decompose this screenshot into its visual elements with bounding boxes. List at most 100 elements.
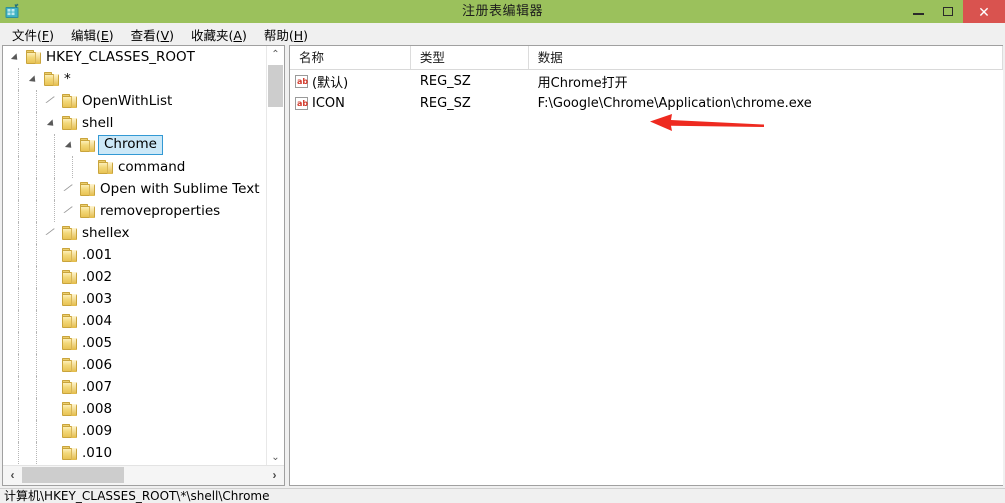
collapse-triangle-icon[interactable] — [45, 112, 61, 134]
tree-node-label: Open with Sublime Text — [100, 181, 260, 197]
tree-node-label: removeproperties — [100, 203, 221, 219]
scroll-down-arrow-icon[interactable]: ⌄ — [267, 449, 284, 466]
tree-guide-line — [36, 420, 38, 442]
tree-guide-line — [18, 310, 20, 332]
menu-item-favorites-text: 收藏夹( — [191, 27, 234, 43]
tree-guide-line — [36, 354, 38, 376]
scroll-right-arrow-icon[interactable]: › — [265, 466, 284, 484]
tree-horizontal-scrollbar[interactable]: ‹ › — [3, 465, 284, 485]
menu-item-help-text: 帮助( — [263, 27, 294, 43]
string-value-icon: ab — [295, 96, 308, 110]
folder-icon — [61, 225, 78, 241]
close-icon: ✕ — [978, 3, 990, 20]
tree-node-label: .002 — [82, 269, 113, 285]
folder-icon — [25, 49, 42, 65]
tree-node-shell[interactable]: shell — [3, 112, 267, 134]
tree-node-label: Chrome — [98, 135, 163, 155]
window-controls: ✕ — [903, 0, 1005, 23]
column-header-data[interactable]: 数据 — [529, 46, 1003, 69]
tree-node-label: .001 — [82, 247, 113, 263]
tree-guide-line — [18, 134, 20, 156]
tree-node-chrome[interactable]: Chrome — [3, 134, 267, 156]
tree-node-removeproperties[interactable]: removeproperties — [3, 200, 267, 222]
tree-guide-line — [18, 90, 20, 112]
column-header-type[interactable]: 类型 — [411, 46, 529, 69]
tree-node-.003[interactable]: .003 — [3, 288, 267, 310]
tree-node-label: .005 — [82, 335, 113, 351]
folder-icon — [79, 203, 96, 219]
tree-vscroll-thumb[interactable] — [268, 65, 283, 107]
expand-triangle-icon[interactable] — [45, 90, 61, 112]
menu-item-view[interactable]: 查看(V) — [123, 23, 183, 46]
menu-item-help-accel: H — [293, 27, 304, 43]
tree-node-.004[interactable]: .004 — [3, 310, 267, 332]
collapse-triangle-icon[interactable] — [9, 46, 25, 68]
tree-node-.008[interactable]: .008 — [3, 398, 267, 420]
registry-value-pane: 名称 类型 数据 ab (默认) REG_SZ 用Chrome打开 ab ICON REG_… — [289, 45, 1003, 486]
tree-node-.010[interactable]: .010 — [3, 442, 267, 464]
value-type-cell: REG_SZ — [419, 95, 471, 111]
collapse-triangle-icon[interactable] — [63, 134, 79, 156]
menu-item-favorites-tail: ) — [241, 27, 247, 43]
tree-node-.005[interactable]: .005 — [3, 332, 267, 354]
tree-guide-line — [36, 442, 38, 464]
tree-node-openwithlist[interactable]: OpenWithList — [3, 90, 267, 112]
scroll-left-arrow-icon[interactable]: ‹ — [3, 466, 22, 484]
tree-node-command[interactable]: command — [3, 156, 267, 178]
expand-triangle-icon[interactable] — [63, 200, 79, 222]
maximize-icon — [943, 7, 953, 16]
menu-item-edit[interactable]: 编辑(E) — [63, 23, 123, 46]
maximize-button[interactable] — [933, 0, 963, 23]
tree-node-.007[interactable]: .007 — [3, 376, 267, 398]
tree-node-.009[interactable]: .009 — [3, 420, 267, 442]
menu-item-file[interactable]: 文件(F) — [4, 23, 63, 46]
tree-guide-line — [18, 68, 20, 90]
menu-bar: 文件(F) 编辑(E) 查看(V) 收藏夹(A) 帮助(H) — [0, 23, 1005, 45]
registry-tree[interactable]: HKEY_CLASSES_ROOT * OpenWithList shell Chrom… — [3, 46, 267, 466]
tree-node-hkey_classes_root[interactable]: HKEY_CLASSES_ROOT — [3, 46, 267, 68]
tree-guide-line — [18, 376, 20, 398]
tree-node-.006[interactable]: .006 — [3, 354, 267, 376]
tree-guide-line — [18, 332, 20, 354]
menu-item-file-tail: ) — [49, 27, 54, 43]
folder-icon — [61, 335, 78, 351]
expand-triangle-icon[interactable] — [45, 222, 61, 244]
tree-guide-line — [18, 178, 20, 200]
tree-node-.002[interactable]: .002 — [3, 266, 267, 288]
tree-node-open-with-sublime-text[interactable]: Open with Sublime Text — [3, 178, 267, 200]
value-row[interactable]: ab ICON REG_SZ F:\Google\Chrome\Application… — [290, 92, 1003, 114]
value-row[interactable]: ab (默认) REG_SZ 用Chrome打开 — [290, 70, 1003, 92]
tree-node-label: * — [64, 71, 71, 87]
minimize-button[interactable] — [903, 0, 933, 23]
menu-item-favorites[interactable]: 收藏夹(A) — [183, 23, 256, 46]
tree-guide-line — [36, 200, 38, 222]
tree-guide-line — [18, 222, 20, 244]
collapse-triangle-icon[interactable] — [27, 68, 43, 90]
tree-guide-line — [36, 288, 38, 310]
tree-node-label: OpenWithList — [82, 93, 173, 109]
tree-node--[interactable]: * — [3, 68, 267, 90]
menu-item-help[interactable]: 帮助(H) — [256, 23, 317, 46]
title-bar: 注册表编辑器 ✕ — [0, 0, 1005, 23]
value-list-header: 名称 类型 数据 — [290, 46, 1003, 70]
tree-node-.001[interactable]: .001 — [3, 244, 267, 266]
tree-node-label: HKEY_CLASSES_ROOT — [46, 49, 195, 65]
folder-icon — [61, 247, 78, 263]
column-header-name[interactable]: 名称 — [290, 46, 411, 69]
tree-node-shellex[interactable]: shellex — [3, 222, 267, 244]
scroll-up-arrow-icon[interactable]: ⌃ — [267, 46, 284, 63]
expand-triangle-icon[interactable] — [63, 178, 79, 200]
registry-tree-pane: HKEY_CLASSES_ROOT * OpenWithList shell Chrom… — [2, 45, 285, 486]
value-name-label: ICON — [312, 95, 345, 111]
close-button[interactable]: ✕ — [963, 0, 1005, 23]
tree-guide-line — [18, 442, 20, 464]
tree-hscroll-thumb[interactable] — [22, 467, 124, 483]
tree-guide-line — [18, 156, 20, 178]
tree-vertical-scrollbar[interactable]: ⌃ ⌄ — [266, 46, 284, 466]
